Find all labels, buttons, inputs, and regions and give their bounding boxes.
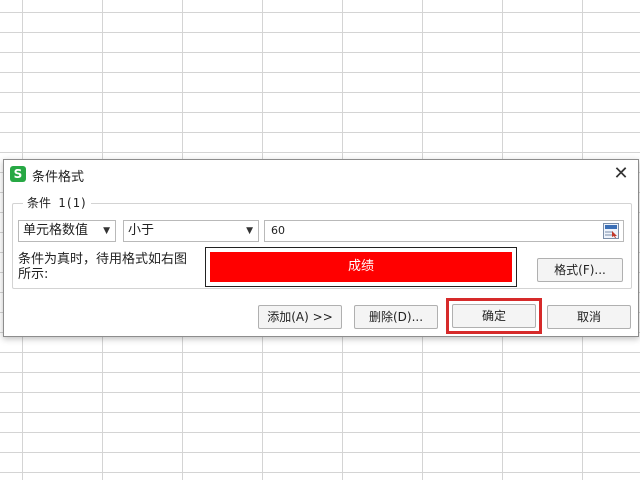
dialog-title: 条件格式 (32, 170, 85, 185)
format-button[interactable]: 格式(F)... (537, 258, 623, 282)
chevron-down-icon: ▼ (246, 226, 253, 236)
condition-type-select[interactable]: 单元格数值 ▼ (18, 220, 116, 242)
ok-button-highlight (446, 298, 542, 334)
condition-group-label: 条件 1(1) (23, 194, 92, 211)
condition-type-value: 单元格数值 (23, 223, 89, 238)
range-select-icon[interactable] (603, 223, 619, 239)
operator-value: 小于 (128, 223, 155, 238)
operator-select[interactable]: 小于 ▼ (123, 220, 259, 242)
chevron-down-icon: ▼ (103, 226, 110, 236)
add-button[interactable]: 添加(A) >> (258, 305, 342, 329)
cancel-button[interactable]: 取消 (547, 305, 631, 329)
condition-value-input[interactable]: 60 (264, 220, 624, 242)
format-preview: 成绩 (205, 247, 517, 287)
delete-button[interactable]: 删除(D)... (354, 305, 438, 329)
preview-label: 条件为真时，待用格式如右图所示: (18, 252, 188, 282)
format-preview-sample: 成绩 (210, 252, 512, 282)
wps-sheet-icon: S (10, 166, 26, 182)
close-icon[interactable]: ✕ (608, 162, 634, 186)
condition-value-text: 60 (271, 224, 285, 237)
dialog-titlebar: S 条件格式 ✕ (4, 160, 638, 188)
